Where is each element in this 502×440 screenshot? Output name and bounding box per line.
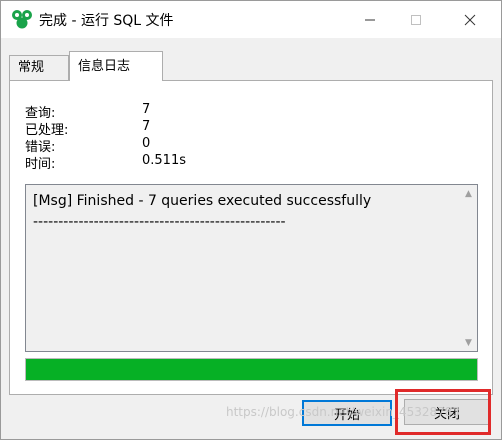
tab-general[interactable]: 常规	[9, 55, 69, 80]
stat-row-errors: 错误: 0	[25, 136, 225, 155]
close-window-button[interactable]	[447, 1, 493, 38]
stat-value: 0	[142, 136, 151, 151]
stat-value: 7	[142, 119, 151, 134]
stats-list: 查询: 7 已处理: 7 错误: 0 时间: 0.511s	[25, 102, 225, 172]
close-icon	[464, 14, 476, 25]
stat-value: 0.511s	[142, 153, 186, 168]
log-line: ----------------------------------------…	[33, 214, 286, 230]
title-bar[interactable]: 完成 - 运行 SQL 文件	[1, 1, 501, 38]
tab-panel: 查询: 7 已处理: 7 错误: 0 时间: 0.511s [Msg] Fini…	[9, 80, 493, 395]
scroll-down-icon[interactable]: ▼	[460, 334, 477, 351]
stat-label: 时间:	[25, 157, 56, 172]
message-log-textbox[interactable]: [Msg] Finished - 7 queries executed succ…	[25, 184, 478, 352]
minimize-icon	[365, 19, 375, 20]
stat-row-time: 时间: 0.511s	[25, 153, 225, 172]
minimize-button[interactable]	[347, 1, 393, 38]
vertical-scrollbar[interactable]: ▲ ▼	[460, 185, 477, 351]
scroll-up-icon[interactable]: ▲	[460, 185, 477, 202]
progress-fill	[26, 359, 477, 380]
start-button[interactable]: 开始	[302, 400, 392, 426]
maximize-icon	[411, 14, 421, 25]
log-line: [Msg] Finished - 7 queries executed succ…	[33, 193, 372, 209]
stat-value: 7	[142, 102, 151, 117]
window-title: 完成 - 运行 SQL 文件	[39, 13, 174, 29]
dialog-window: 完成 - 运行 SQL 文件 常规 信息日志 查询: 7 已处理: 7 错误:	[0, 0, 502, 440]
log-text: [Msg] Finished - 7 queries executed succ…	[33, 191, 371, 233]
close-button[interactable]: 关闭	[404, 399, 490, 425]
progress-bar	[25, 358, 478, 381]
tab-message-log[interactable]: 信息日志	[69, 51, 163, 81]
navicat-leaf-icon	[12, 10, 32, 29]
maximize-button[interactable]	[393, 1, 439, 38]
stat-row-queries: 查询: 7	[25, 102, 225, 121]
stat-row-processed: 已处理: 7	[25, 119, 225, 138]
